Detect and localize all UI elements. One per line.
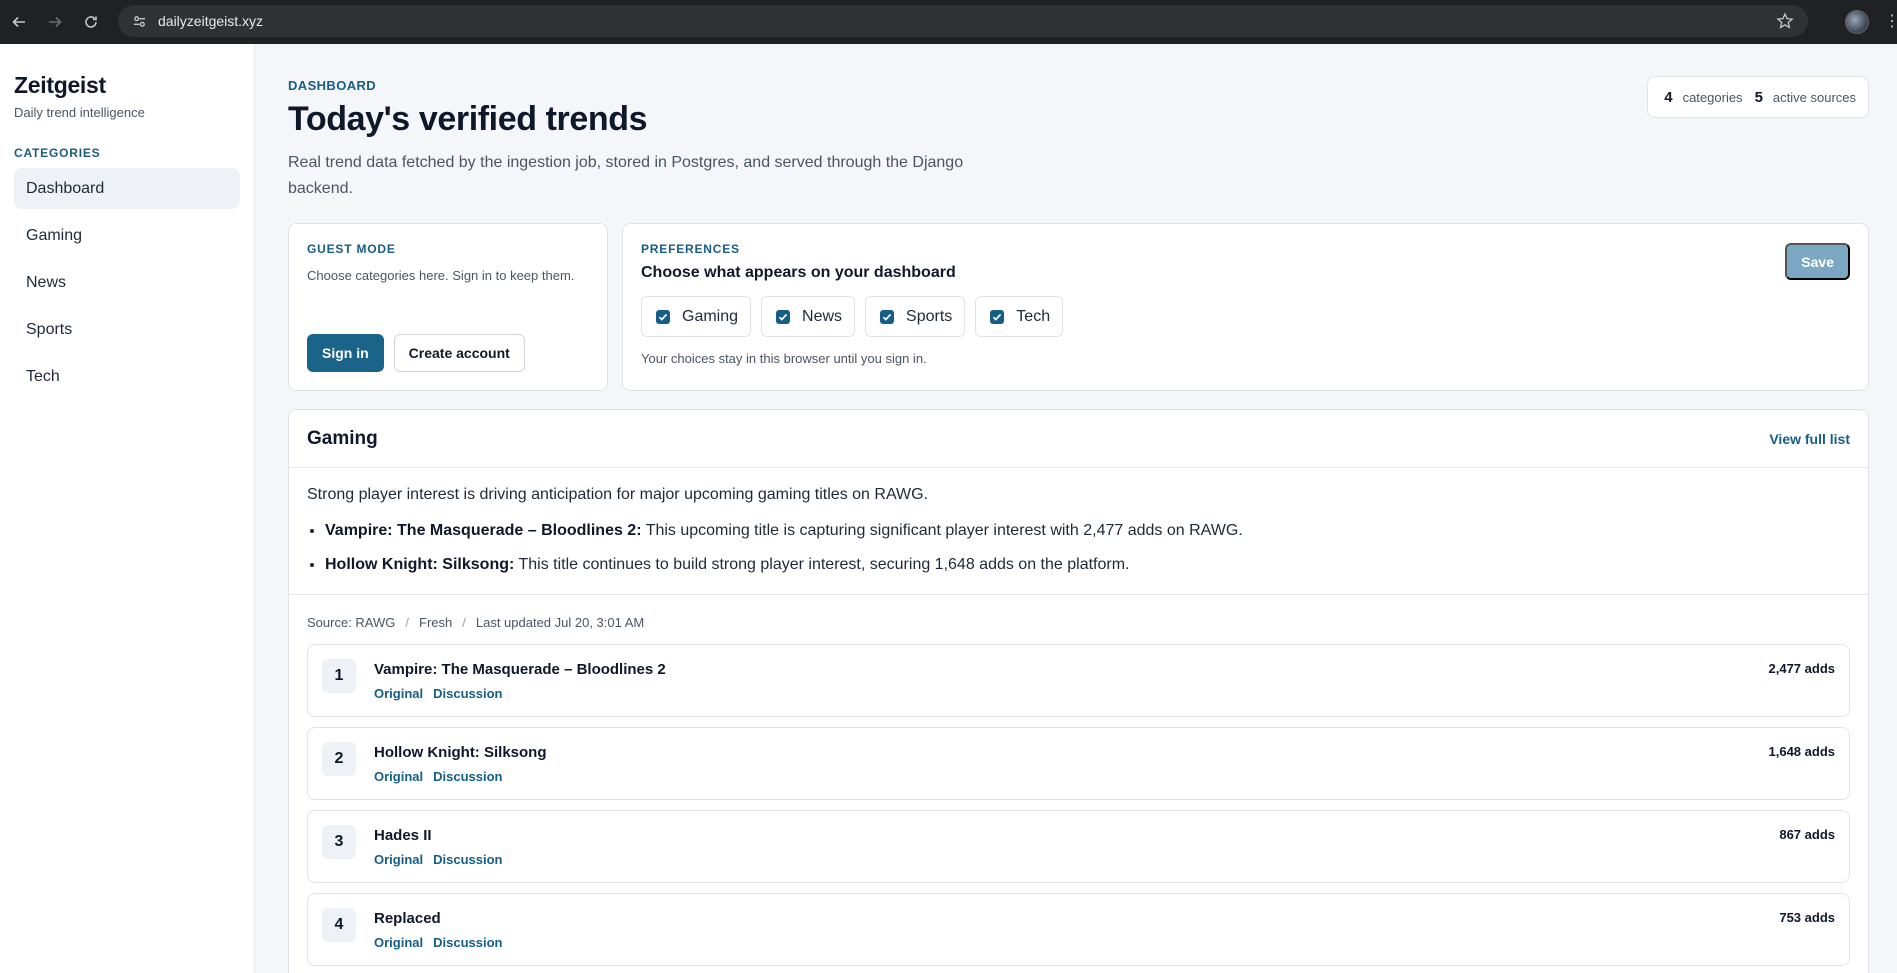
sidebar-item-dashboard[interactable]: Dashboard xyxy=(14,168,240,209)
checkbox-label: News xyxy=(802,307,843,325)
meta-source: Source: RAWG xyxy=(307,615,396,630)
trend-title: Vampire: The Masquerade – Bloodlines 2 xyxy=(374,661,666,678)
summary-text: Strong player interest is driving antici… xyxy=(307,486,929,503)
summary-bullet: Vampire: The Masquerade – Bloodlines 2: … xyxy=(325,520,1850,542)
trend-row: 4 Replaced Original Discussion 753 adds xyxy=(307,893,1850,966)
trend-row: 2 Hollow Knight: Silksong Original Discu… xyxy=(307,727,1850,800)
trend-rank: 1 xyxy=(322,659,356,693)
save-button[interactable]: Save xyxy=(1785,243,1850,280)
guest-mode-label: GUEST MODE xyxy=(307,242,396,256)
menu-kebab-icon[interactable]: ⋮ xyxy=(1884,12,1897,32)
checkbox-gaming[interactable]: Gaming xyxy=(641,296,752,337)
gaming-summary: Strong player interest is driving antici… xyxy=(289,468,1868,595)
checkbox-label: Sports xyxy=(906,307,953,325)
gaming-section: Gaming View full list Strong player inte… xyxy=(288,409,1869,973)
create-account-button[interactable]: Create account xyxy=(393,334,525,372)
bookmark-star-icon[interactable] xyxy=(1776,12,1794,30)
discussion-link[interactable]: Discussion xyxy=(433,852,502,867)
page-title: Today's verified trends xyxy=(288,100,648,138)
trend-rank: 2 xyxy=(322,742,356,776)
checkbox-checked-icon[interactable] xyxy=(776,309,791,324)
categories-count: 4 xyxy=(1664,88,1673,106)
brand-tagline: Daily trend intelligence xyxy=(14,105,145,120)
stats-summary: 4 categories 5 active sources xyxy=(1647,76,1869,118)
preferences-note: Your choices stay in this browser until … xyxy=(641,351,927,366)
site-settings-icon[interactable] xyxy=(124,6,154,36)
trend-adds: 2,477 adds xyxy=(1768,661,1836,676)
summary-bullet: Hollow Knight: Silksong: This title cont… xyxy=(325,554,1850,576)
address-bar[interactable]: dailyzeitgeist.xyz xyxy=(118,5,1808,37)
gaming-title: Gaming xyxy=(307,427,378,449)
trend-row: 3 Hades II Original Discussion 867 adds xyxy=(307,810,1850,883)
trend-rank: 3 xyxy=(322,825,356,859)
page-subtitle: Real trend data fetched by the ingestion… xyxy=(288,154,964,197)
trend-list: 1 Vampire: The Masquerade – Bloodlines 2… xyxy=(289,630,1868,966)
checkbox-label: Tech xyxy=(1016,307,1051,325)
category-checkboxes: Gaming News Sports Tech xyxy=(641,296,1850,337)
original-link[interactable]: Original xyxy=(374,769,423,784)
sidebar-item-sports[interactable]: Sports xyxy=(14,309,240,350)
original-link[interactable]: Original xyxy=(374,686,423,701)
bullet-text: This upcoming title is capturing signifi… xyxy=(641,522,1243,539)
checkbox-sports[interactable]: Sports xyxy=(865,296,966,337)
trend-title: Replaced xyxy=(374,910,441,927)
brand-name[interactable]: Zeitgeist xyxy=(14,72,240,99)
checkbox-checked-icon[interactable] xyxy=(656,309,670,324)
profile-avatar[interactable] xyxy=(1845,10,1869,34)
categories-label: CATEGORIES xyxy=(14,146,101,160)
page-eyebrow: DASHBOARD xyxy=(288,78,377,93)
trend-adds: 1,648 adds xyxy=(1768,744,1836,759)
trend-row: 1 Vampire: The Masquerade – Bloodlines 2… xyxy=(307,644,1850,717)
bullet-title: Vampire: The Masquerade – Bloodlines 2: xyxy=(325,522,642,539)
trend-title: Hades II xyxy=(374,827,432,844)
preferences-heading: Choose what appears on your dashboard xyxy=(641,264,956,281)
bullet-title: Hollow Knight: Silksong: xyxy=(325,556,515,573)
categories-count-label: categories xyxy=(1682,89,1743,105)
sources-count: 5 xyxy=(1754,88,1763,106)
trend-rank: 4 xyxy=(322,908,356,942)
preferences-card: PREFERENCES Choose what appears on your … xyxy=(622,223,1869,391)
guest-mode-description: Choose categories here. Sign in to keep … xyxy=(307,268,575,283)
meta-updated: Last updated Jul 20, 3:01 AM xyxy=(475,615,645,630)
source-meta: Source: RAWG / Fresh / Last updated Jul … xyxy=(289,595,1868,630)
url-text[interactable]: dailyzeitgeist.xyz xyxy=(158,13,263,29)
discussion-link[interactable]: Discussion xyxy=(433,686,502,701)
bullet-text: This title continues to build strong pla… xyxy=(514,556,1130,573)
discussion-link[interactable]: Discussion xyxy=(433,769,502,784)
checkbox-checked-icon[interactable] xyxy=(990,309,1005,324)
trend-adds: 753 adds xyxy=(1779,910,1835,925)
sidebar-item-tech[interactable]: Tech xyxy=(14,356,240,397)
original-link[interactable]: Original xyxy=(374,935,423,950)
checkbox-news[interactable]: News xyxy=(761,296,856,337)
meta-separator: / xyxy=(462,615,466,630)
trend-title: Hollow Knight: Silksong xyxy=(374,744,547,761)
preferences-label: PREFERENCES xyxy=(641,242,740,256)
original-link[interactable]: Original xyxy=(374,852,423,867)
forward-icon[interactable] xyxy=(38,5,72,39)
checkbox-checked-icon[interactable] xyxy=(880,309,895,324)
guest-mode-card: GUEST MODE Choose categories here. Sign … xyxy=(288,223,608,391)
browser-toolbar: dailyzeitgeist.xyz ⋮ xyxy=(0,0,1897,44)
sources-count-label: active sources xyxy=(1772,89,1856,105)
sidebar-item-gaming[interactable]: Gaming xyxy=(14,215,240,256)
checkbox-tech[interactable]: Tech xyxy=(975,296,1064,337)
trend-adds: 867 adds xyxy=(1779,827,1835,842)
checkbox-label: Gaming xyxy=(682,307,739,325)
sidebar-item-news[interactable]: News xyxy=(14,262,240,303)
sign-in-button[interactable]: Sign in xyxy=(307,334,384,372)
meta-separator: / xyxy=(405,615,409,630)
reload-icon[interactable] xyxy=(74,5,108,39)
sidebar: Zeitgeist Daily trend intelligence CATEG… xyxy=(0,44,255,973)
back-icon[interactable] xyxy=(2,5,36,39)
discussion-link[interactable]: Discussion xyxy=(433,935,502,950)
view-full-list-link[interactable]: View full list xyxy=(1769,431,1850,447)
meta-status: Fresh xyxy=(419,615,453,630)
